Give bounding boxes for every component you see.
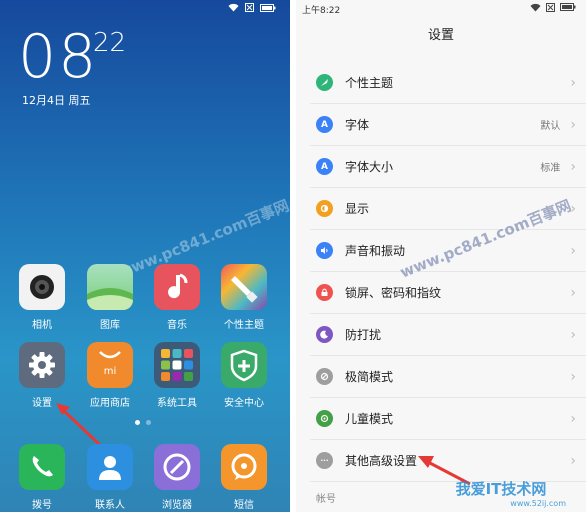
settings-item-label: 极简模式 xyxy=(345,370,394,384)
shield-plus-icon xyxy=(221,342,267,388)
footer-watermark-text: 我爱IT技术网 xyxy=(455,480,547,498)
theme-brush-icon xyxy=(221,264,267,310)
app-system-tools[interactable]: 系统工具 xyxy=(147,342,207,409)
chevron-right-icon: › xyxy=(570,284,576,301)
page-dot xyxy=(146,420,151,425)
battery-icon xyxy=(560,3,576,15)
music-icon xyxy=(154,264,200,310)
home-screen: 08 22 12月4日 周五 www.pc841.com百事网 相机 图库 音乐… xyxy=(0,0,290,512)
simple-mode-icon xyxy=(316,368,333,385)
more-icon: ··· xyxy=(316,452,333,469)
gallery-icon xyxy=(87,264,133,310)
app-gallery[interactable]: 图库 xyxy=(80,264,140,331)
settings-item-do-not-disturb[interactable]: 防打扰 › xyxy=(310,314,586,356)
app-browser[interactable]: 浏览器 xyxy=(147,444,207,511)
app-label: 联系人 xyxy=(95,500,125,511)
settings-item-label: 防打扰 xyxy=(345,328,382,342)
camera-icon xyxy=(19,264,65,310)
settings-item-value: 默认 xyxy=(540,121,561,132)
settings-list: 个性主题 › A 字体 默认 › A 字体大小 标准 › 显示 › 声音和振动 xyxy=(310,62,586,482)
settings-item-lock[interactable]: 锁屏、密码和指纹 › xyxy=(310,272,586,314)
font-size-icon: A xyxy=(316,158,333,175)
settings-item-label: 字体 xyxy=(345,118,370,132)
settings-item-simple-mode[interactable]: 极简模式 › xyxy=(310,356,586,398)
chevron-right-icon: › xyxy=(570,116,576,133)
status-bar: 上午8:22 xyxy=(296,0,586,16)
settings-item-label: 字体大小 xyxy=(345,160,394,174)
clock-minutes: 22 xyxy=(93,28,127,58)
app-security[interactable]: 安全中心 xyxy=(214,342,274,409)
svg-text:mi: mi xyxy=(104,366,117,377)
settings-item-label: 锁屏、密码和指纹 xyxy=(345,286,442,300)
message-icon xyxy=(221,444,267,490)
app-label: 图库 xyxy=(100,320,120,331)
folder-grid-icon xyxy=(154,342,200,388)
settings-item-label: 儿童模式 xyxy=(345,412,394,426)
footer-watermark-url: www.52ij.com xyxy=(510,499,566,508)
display-icon xyxy=(316,200,333,217)
status-time: 上午8:22 xyxy=(302,6,341,16)
app-label: 相机 xyxy=(32,320,52,331)
gear-icon xyxy=(19,342,65,388)
chevron-right-icon: › xyxy=(570,242,576,259)
chevron-right-icon: › xyxy=(570,452,576,469)
settings-item-font[interactable]: A 字体 默认 › xyxy=(310,104,586,146)
sim-icon xyxy=(245,3,254,15)
mi-store-icon: mi xyxy=(87,342,133,388)
app-contacts[interactable]: 联系人 xyxy=(80,444,140,511)
child-mode-icon xyxy=(316,410,333,427)
chevron-right-icon: › xyxy=(570,326,576,343)
clock-hours: 08 xyxy=(18,22,99,92)
chevron-right-icon: › xyxy=(570,368,576,385)
app-theme[interactable]: 个性主题 xyxy=(214,264,274,331)
clock-date: 12月4日 周五 xyxy=(22,94,91,107)
contact-icon xyxy=(87,444,133,490)
status-bar-icons xyxy=(228,3,276,15)
settings-item-font-size[interactable]: A 字体大小 标准 › xyxy=(310,146,586,188)
lock-icon xyxy=(316,284,333,301)
app-label: 个性主题 xyxy=(224,320,264,331)
wifi-icon xyxy=(530,3,541,15)
section-header-account: 帐号 xyxy=(316,494,336,505)
app-label: 短信 xyxy=(234,500,254,511)
page-dot-active xyxy=(135,420,140,425)
browser-icon xyxy=(154,444,200,490)
chevron-right-icon: › xyxy=(570,158,576,175)
settings-item-value: 标准 xyxy=(540,163,561,174)
app-label: 音乐 xyxy=(167,320,187,331)
settings-item-child-mode[interactable]: 儿童模式 › xyxy=(310,398,586,440)
app-dialer[interactable]: 拨号 xyxy=(12,444,72,511)
app-label: 拨号 xyxy=(32,500,52,511)
chevron-right-icon: › xyxy=(570,410,576,427)
battery-icon xyxy=(260,3,276,15)
theme-icon xyxy=(316,74,333,91)
app-label: 系统工具 xyxy=(157,398,197,409)
app-label: 浏览器 xyxy=(162,500,192,511)
app-messages[interactable]: 短信 xyxy=(214,444,274,511)
wifi-icon xyxy=(228,3,239,15)
phone-icon xyxy=(19,444,65,490)
app-label: 安全中心 xyxy=(224,398,264,409)
font-icon: A xyxy=(316,116,333,133)
page-title: 设置 xyxy=(427,28,454,43)
moon-icon xyxy=(316,326,333,343)
settings-screen: 上午8:22 设置 个性主题 › A 字体 默认 › A 字体大小 标准 › 显… xyxy=(296,0,586,512)
chevron-right-icon: › xyxy=(570,74,576,91)
sound-icon xyxy=(316,242,333,259)
footer-watermark: 我爱IT技术网 www.52ij.com xyxy=(416,478,586,512)
status-bar-icons xyxy=(530,3,576,15)
sim-icon xyxy=(546,3,555,15)
page-indicator xyxy=(135,420,151,425)
app-camera[interactable]: 相机 xyxy=(12,264,72,331)
settings-item-label: 个性主题 xyxy=(345,76,394,90)
app-music[interactable]: 音乐 xyxy=(147,264,207,331)
settings-item-theme[interactable]: 个性主题 › xyxy=(310,62,586,104)
